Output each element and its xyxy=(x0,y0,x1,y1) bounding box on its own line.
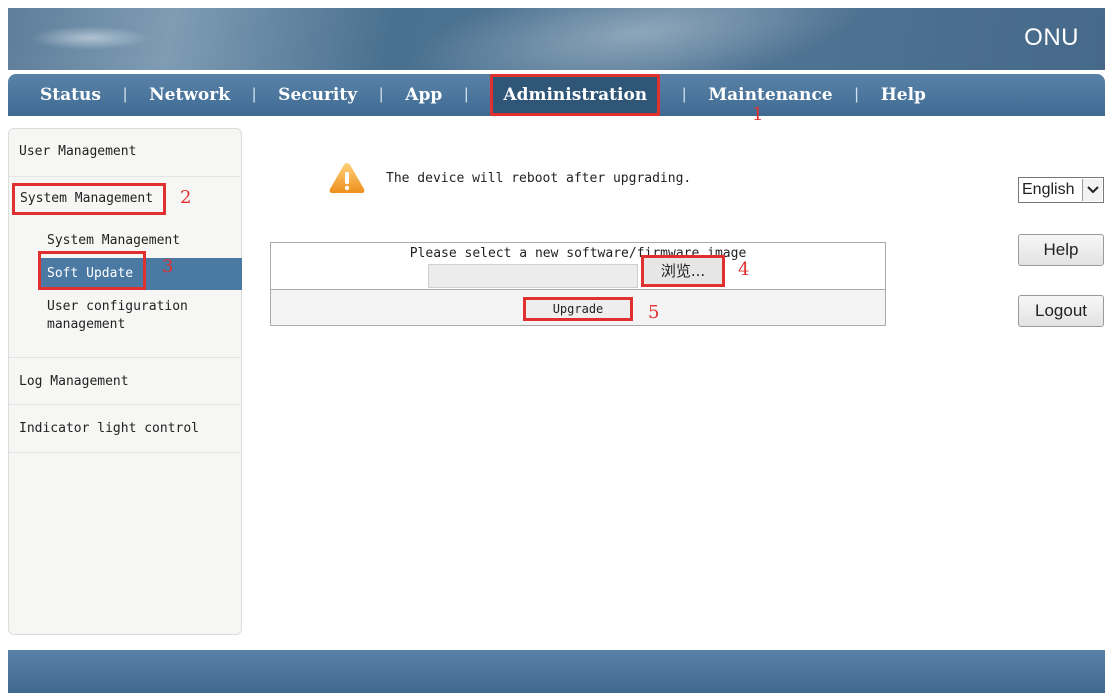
nav-network[interactable]: Network xyxy=(149,85,230,105)
annotation-box-3 xyxy=(38,251,146,290)
sidebar-item-user-configuration-line1: User configuration xyxy=(47,299,188,314)
nav-administration[interactable]: Administration xyxy=(490,74,661,116)
nav-status[interactable]: Status xyxy=(40,85,101,105)
language-value: English xyxy=(1022,181,1075,198)
nav-separator: | xyxy=(252,86,257,103)
nav-separator: | xyxy=(682,86,687,103)
annotation-marker-4: 4 xyxy=(738,259,750,280)
form-action-row: Upgrade xyxy=(271,289,885,325)
annotation-marker-1: 1 xyxy=(752,104,764,125)
sidebar-item-user-configuration[interactable]: User configuration management xyxy=(47,299,188,332)
upgrade-button[interactable]: Upgrade xyxy=(523,297,633,321)
annotation-marker-5: 5 xyxy=(648,302,660,323)
banner-decoration xyxy=(381,8,895,70)
browse-button[interactable]: 浏览... xyxy=(641,255,725,287)
logo xyxy=(30,26,150,50)
annotation-marker-2: 2 xyxy=(180,187,192,208)
nav-maintenance[interactable]: Maintenance xyxy=(708,85,832,105)
firmware-file-input[interactable] xyxy=(428,264,638,288)
help-button[interactable]: Help xyxy=(1018,234,1104,266)
sidebar-item-log-management[interactable]: Log Management xyxy=(9,357,241,405)
nav-security[interactable]: Security xyxy=(278,85,357,105)
product-name: ONU xyxy=(1024,24,1079,51)
chevron-down-icon xyxy=(1082,179,1102,201)
annotation-box-2 xyxy=(12,183,166,215)
firmware-upgrade-form: Please select a new software/firmware im… xyxy=(270,242,886,326)
sidebar-item-system-management-sub[interactable]: System Management xyxy=(47,233,180,248)
firmware-label: Please select a new software/firmware im… xyxy=(409,246,747,261)
sidebar-item-indicator-light-control[interactable]: Indicator light control xyxy=(9,405,241,453)
footer-bar xyxy=(8,650,1105,693)
annotation-marker-3: 3 xyxy=(162,256,174,277)
main-nav: Status | Network | Security | App | Admi… xyxy=(8,74,1105,116)
sidebar-item-user-configuration-line2: management xyxy=(47,317,126,332)
header-banner: ONU xyxy=(8,8,1105,70)
logout-button[interactable]: Logout xyxy=(1018,295,1104,327)
nav-separator: | xyxy=(464,86,469,103)
nav-app[interactable]: App xyxy=(405,85,442,105)
nav-separator: | xyxy=(854,86,859,103)
sidebar-item-user-management[interactable]: User Management xyxy=(9,129,241,177)
nav-help[interactable]: Help xyxy=(881,85,926,105)
warning-message: The device will reboot after upgrading. xyxy=(386,171,692,186)
language-select[interactable]: English xyxy=(1018,177,1104,203)
nav-separator: | xyxy=(122,86,128,103)
warning-triangle-icon xyxy=(329,163,365,193)
nav-separator: | xyxy=(379,86,384,103)
